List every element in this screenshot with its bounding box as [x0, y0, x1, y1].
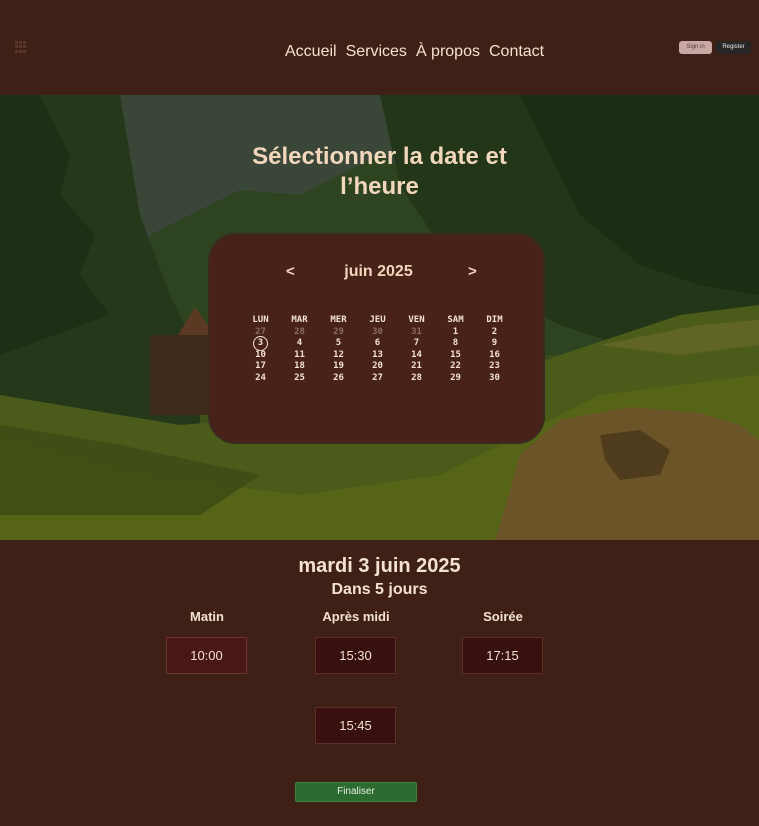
- hero-section: Sélectionner la date et l’heure < juin 2…: [0, 95, 759, 540]
- calendar-month-label: juin 2025: [344, 263, 413, 280]
- calendar-day[interactable]: 10: [241, 350, 280, 362]
- next-month-button[interactable]: >: [468, 263, 477, 280]
- weekday-label: JEU: [369, 315, 386, 325]
- weekday-label: DIM: [486, 315, 503, 325]
- calendar-day[interactable]: 30: [475, 373, 514, 385]
- calendar-day[interactable]: 16: [475, 350, 514, 362]
- calendar-day[interactable]: 13: [358, 350, 397, 362]
- logo-icon[interactable]: [15, 41, 27, 53]
- calendar-day[interactable]: 21: [397, 361, 436, 373]
- calendar-grid: LUN MAR MER JEU VEN SAM DIM 27 28 29 30 …: [241, 315, 514, 385]
- selected-date-relative: Dans 5 jours: [331, 581, 428, 598]
- calendar-card: < juin 2025 > LUN MAR MER JEU VEN SAM DI…: [208, 233, 545, 444]
- site-header: Accueil Services À propos Contact Sign i…: [0, 0, 759, 95]
- selected-date-title: mardi 3 juin 2025: [298, 555, 461, 577]
- signin-button[interactable]: Sign in: [679, 41, 712, 54]
- calendar-day[interactable]: 25: [280, 373, 319, 385]
- page-title-line2: l’heure: [340, 173, 419, 200]
- calendar-day[interactable]: 28: [397, 373, 436, 385]
- calendar-day[interactable]: 8: [436, 338, 475, 350]
- calendar-day[interactable]: 24: [241, 373, 280, 385]
- calendar-day[interactable]: 23: [475, 361, 514, 373]
- nav-a-propos[interactable]: À propos: [416, 43, 480, 61]
- calendar-day[interactable]: 7: [397, 338, 436, 350]
- calendar-day[interactable]: 12: [319, 350, 358, 362]
- weekday-label: VEN: [408, 315, 425, 325]
- calendar-day[interactable]: 5: [319, 338, 358, 350]
- finalize-button[interactable]: Finaliser: [295, 782, 417, 802]
- calendar-day[interactable]: 29: [436, 373, 475, 385]
- calendar-day[interactable]: 2: [475, 327, 514, 339]
- calendar-day[interactable]: 18: [280, 361, 319, 373]
- calendar-day[interactable]: 9: [475, 338, 514, 350]
- calendar-day[interactable]: 22: [436, 361, 475, 373]
- weekday-label: MER: [330, 315, 347, 325]
- page-title-line1: Sélectionner la date et: [252, 143, 507, 170]
- register-button[interactable]: Register: [716, 41, 751, 54]
- calendar-day: 29: [333, 326, 344, 337]
- calendar-day[interactable]: 20: [358, 361, 397, 373]
- calendar-day[interactable]: 27: [358, 373, 397, 385]
- calendar-day[interactable]: 11: [280, 350, 319, 362]
- nav-contact[interactable]: Contact: [489, 43, 544, 61]
- page-title: Sélectionner la date et l’heure: [0, 142, 759, 202]
- calendar-day: 28: [294, 326, 305, 337]
- main-nav: Accueil Services À propos Contact: [285, 43, 544, 61]
- period-morning-label: Matin: [190, 609, 224, 624]
- weekday-label: MAR: [291, 315, 308, 325]
- time-slot-button[interactable]: 15:45: [315, 707, 396, 744]
- calendar-day[interactable]: 17: [241, 361, 280, 373]
- period-evening-label: Soirée: [483, 609, 523, 624]
- calendar-day[interactable]: 14: [397, 350, 436, 362]
- nav-services[interactable]: Services: [346, 43, 407, 61]
- nav-accueil[interactable]: Accueil: [285, 43, 337, 61]
- calendar-day[interactable]: 15: [436, 350, 475, 362]
- calendar-day: 30: [372, 326, 383, 337]
- calendar-day[interactable]: 6: [358, 338, 397, 350]
- time-slot-button[interactable]: 10:00: [166, 637, 247, 674]
- calendar-day: 31: [411, 326, 422, 337]
- weekday-label: LUN: [252, 315, 269, 325]
- weekday-label: SAM: [447, 315, 464, 325]
- calendar-day-selected[interactable]: 3: [241, 336, 280, 352]
- calendar-day[interactable]: 1: [436, 327, 475, 339]
- time-slot-button[interactable]: 17:15: [462, 637, 543, 674]
- period-afternoon-label: Après midi: [322, 609, 390, 624]
- time-slot-button[interactable]: 15:30: [315, 637, 396, 674]
- calendar-day[interactable]: 26: [319, 373, 358, 385]
- calendar-day[interactable]: 19: [319, 361, 358, 373]
- calendar-day[interactable]: 4: [280, 338, 319, 350]
